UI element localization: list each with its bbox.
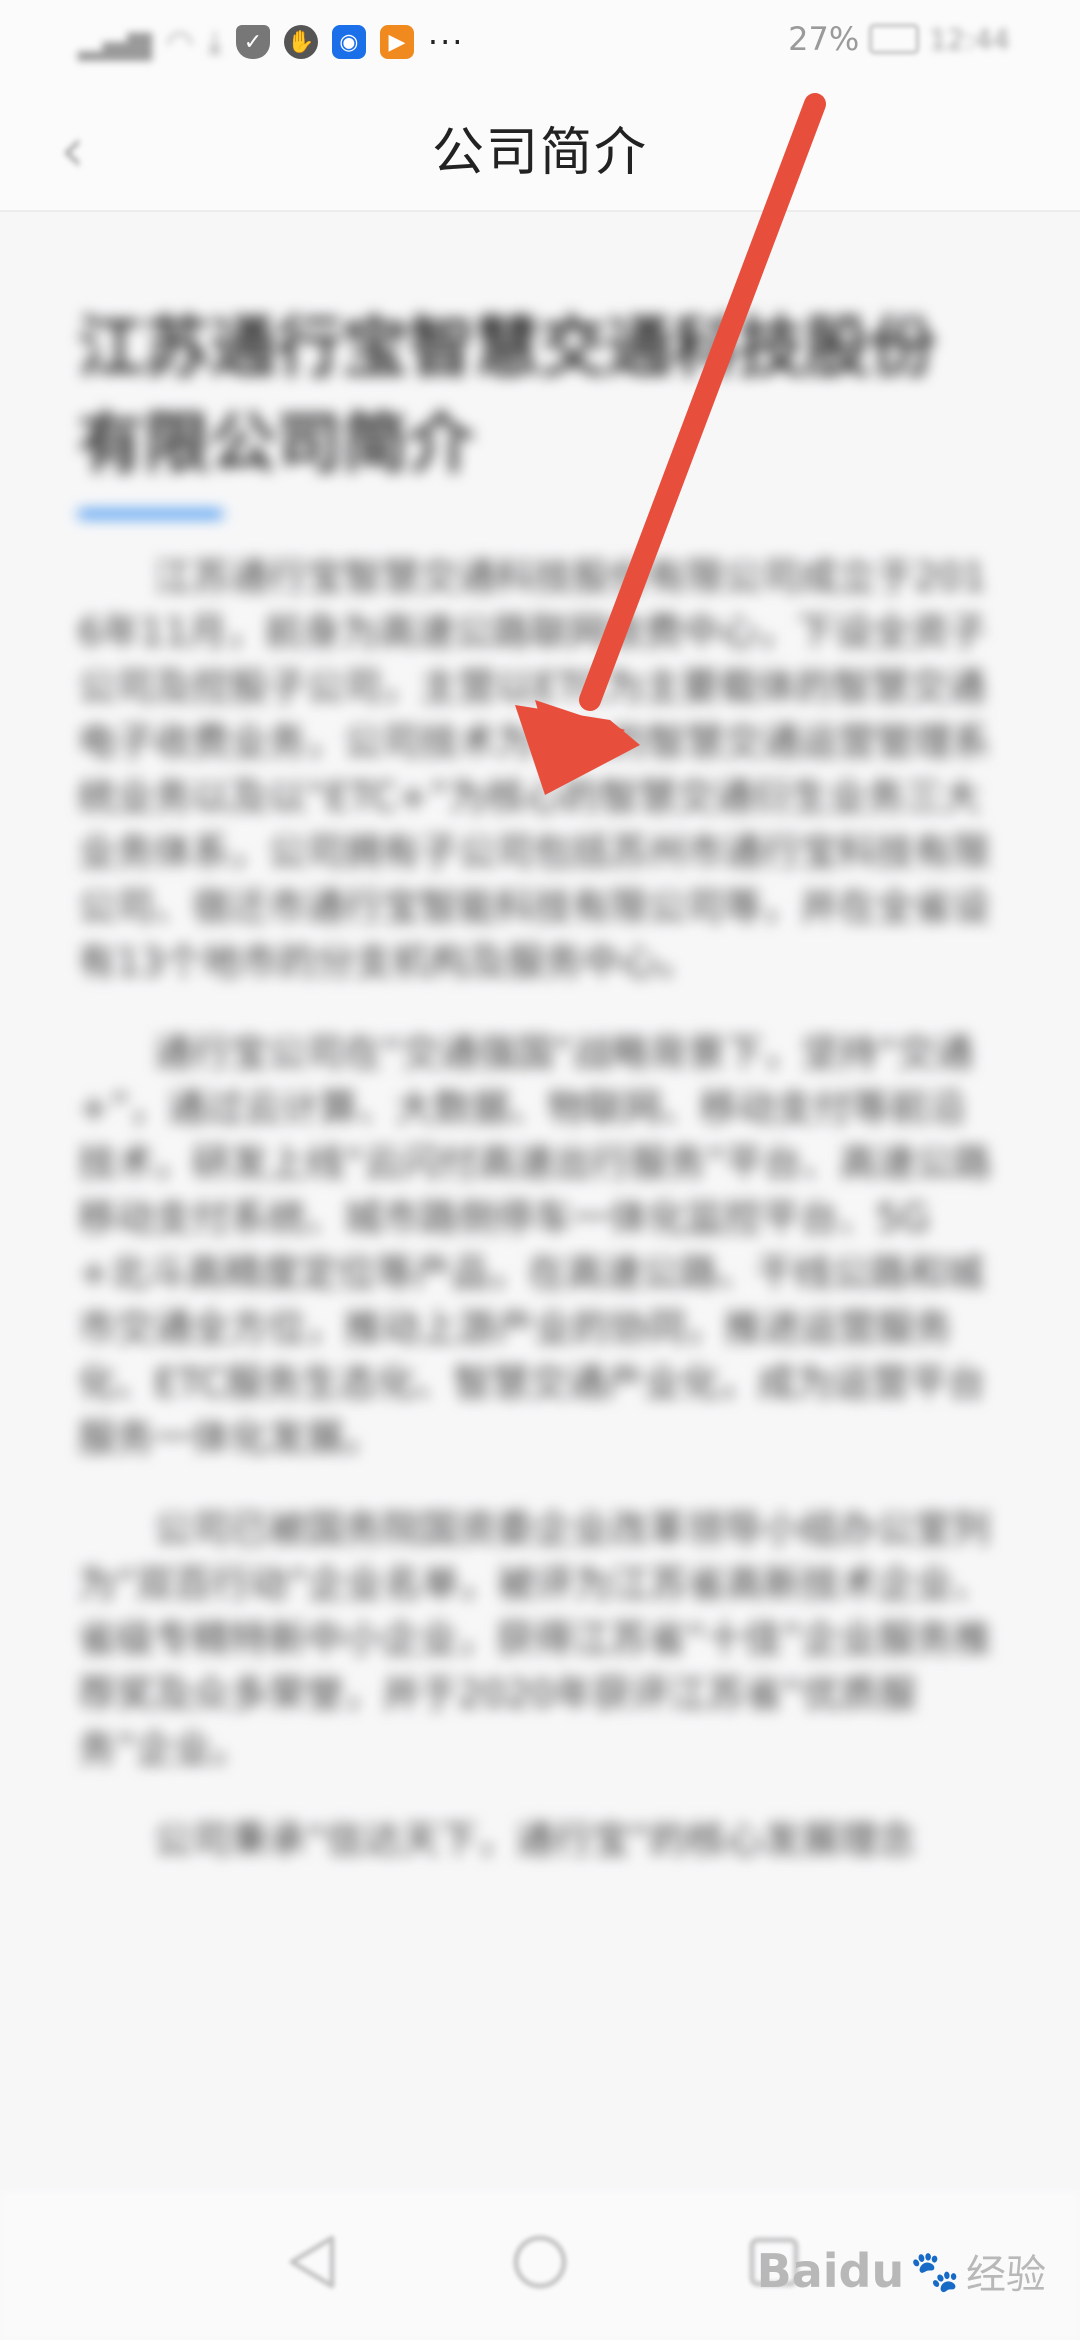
shield-icon: ✓ [235,25,270,59]
clock: 12:44 [929,22,1010,56]
triangle-back-icon[interactable] [280,2230,344,2294]
status-bar-left: ▂▄▆ ◠ ⤓ ✓ ✋ ◉ ▶ ··· [78,14,464,70]
article-paragraph: 通行宝公司在“交通强国”战略背景下，坚持“交通+”，通过云计算、大数据、物联网、… [78,1031,992,1460]
circle-home-icon[interactable] [508,2230,572,2294]
article-paragraph: 江苏通行宝智慧交通科技股份有限公司成立于2016年11月，前身为高速公路联网收费… [78,555,991,984]
hand-icon: ✋ [283,25,318,59]
article-paragraph: 公司已被国务院国资委企业改革领导小组办公室列为“双百行动”企业名单，被评为江苏省… [78,1507,992,1771]
wifi-icon: ◠ [165,23,194,61]
app-header: ‹ 公司简介 [0,90,1080,212]
baidu-watermark: Baidu 🐾 经验 [757,2242,1046,2300]
article-paragraph: 公司秉承“信达天下，通行宝”的核心发展理念 [154,1818,916,1862]
signal-icon: ▂▄▆ [78,23,152,61]
download-icon: ⤓ [207,22,222,61]
article: 江苏通行宝智慧交通科技股份有限公司简介 江苏通行宝智慧交通科技股份有限公司成立于… [78,300,998,1904]
status-bar: ▂▄▆ ◠ ⤓ ✓ ✋ ◉ ▶ ··· 27% 12:44 [0,0,1080,90]
more-notifications-icon: ··· [427,23,465,61]
watermark-suffix: 经验 [966,2252,1046,2298]
status-bar-right: 27% 12:44 [788,20,1010,58]
title-underline [78,510,223,518]
battery-icon [869,24,920,54]
paw-logo-icon: 🐾 [910,2248,960,2295]
play-icon: ▶ [379,25,414,59]
page-title: 公司简介 [431,123,648,183]
watermark-brand: Baidu [756,2244,905,2298]
bulb-icon: ◉ [331,25,366,59]
battery-percent: 27% [788,20,860,58]
article-title: 江苏通行宝智慧交通科技股份有限公司简介 [78,309,936,482]
